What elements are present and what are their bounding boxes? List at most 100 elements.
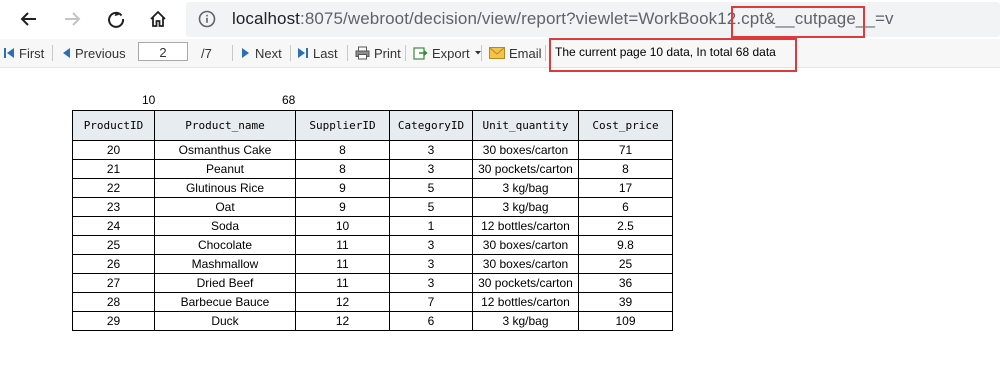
table-cell-product-name: Duck	[154, 311, 296, 331]
column-header-productid: ProductID	[72, 110, 155, 141]
table-cell-supplierid: 11	[295, 254, 390, 274]
table-cell-unit-quantity: 3 kg/bag	[472, 197, 579, 217]
table-cell-supplierid: 12	[295, 292, 390, 312]
table-cell-product-name: Dried Beef	[154, 273, 296, 293]
table-row: 21 Peanut 8 3 30 pockets/carton 8	[72, 159, 673, 179]
table-cell-cost-price: 8	[578, 159, 673, 179]
toolbar-divider	[405, 45, 406, 61]
table-cell-categoryid: 3	[389, 159, 473, 179]
table-cell-unit-quantity: 3 kg/bag	[472, 311, 579, 331]
column-header-supplierid: SupplierID	[295, 110, 390, 141]
table-cell-cost-price: 39	[578, 292, 673, 312]
envelope-icon	[489, 47, 505, 59]
table-row: 25 Chocolate 11 3 30 boxes/carton 9.8	[72, 235, 673, 255]
table-cell-categoryid: 1	[389, 216, 473, 236]
toolbar-divider	[347, 45, 348, 61]
reload-icon	[108, 11, 125, 28]
table-row: 27 Dried Beef 11 3 30 pockets/carton 36	[72, 273, 673, 293]
table-cell-categoryid: 3	[389, 254, 473, 274]
table-cell-unit-quantity: 12 bottles/carton	[472, 216, 579, 236]
table-cell-cost-price: 6	[578, 197, 673, 217]
toolbar-divider	[52, 45, 53, 61]
table-cell-unit-quantity: 30 boxes/carton	[472, 140, 579, 160]
report-toolbar: First Previous 2 /7 Next Last Print Expo…	[0, 39, 1000, 68]
table-cell-productid: 22	[72, 178, 155, 198]
toolbar-divider	[232, 45, 233, 61]
table-cell-product-name: Peanut	[154, 159, 296, 179]
table-cell-productid: 24	[72, 216, 155, 236]
table-cell-supplierid: 10	[295, 216, 390, 236]
forward-button[interactable]	[57, 5, 87, 33]
table-cell-categoryid: 7	[389, 292, 473, 312]
table-cell-product-name: Glutinous Rice	[154, 178, 296, 198]
first-page-icon	[4, 48, 14, 58]
home-button[interactable]	[143, 5, 173, 33]
table-cell-categoryid: 6	[389, 311, 473, 331]
table-cell-product-name: Soda	[154, 216, 296, 236]
table-cell-categoryid: 3	[389, 273, 473, 293]
table-cell-productid: 21	[72, 159, 155, 179]
toolbar-divider	[545, 45, 546, 61]
email-button[interactable]: Email	[489, 39, 542, 67]
table-cell-productid: 26	[72, 254, 155, 274]
url-host: localhost	[232, 9, 300, 28]
last-label: Last	[313, 45, 338, 61]
table-cell-unit-quantity: 3 kg/bag	[472, 178, 579, 198]
table-cell-cost-price: 71	[578, 140, 673, 160]
table-cell-supplierid: 11	[295, 273, 390, 293]
back-button[interactable]	[14, 5, 44, 33]
first-label: First	[19, 45, 45, 61]
table-cell-unit-quantity: 12 bottles/carton	[472, 292, 579, 312]
url-path: :8075/webroot/decision/view/report?viewl…	[300, 9, 765, 28]
table-cell-cost-price: 17	[578, 178, 673, 198]
first-page-button[interactable]: First	[3, 39, 44, 67]
table-cell-productid: 28	[72, 292, 155, 312]
back-arrow-icon	[20, 12, 36, 26]
table-cell-productid: 27	[72, 273, 155, 293]
email-label: Email	[509, 45, 542, 61]
table-cell-supplierid: 8	[295, 159, 390, 179]
print-label: Print	[374, 45, 401, 61]
next-page-button[interactable]: Next	[241, 39, 282, 67]
export-label: Export	[432, 45, 470, 61]
table-cell-categoryid: 5	[389, 178, 473, 198]
previous-page-button[interactable]: Previous	[61, 39, 126, 67]
table-cell-product-name: Barbecue Bauce	[154, 292, 296, 312]
column-header-unit-quantity: Unit_quantity	[472, 110, 579, 141]
table-cell-categoryid: 5	[389, 197, 473, 217]
export-dropdown-button[interactable]: Export	[413, 39, 486, 67]
home-icon	[150, 10, 166, 27]
url-param-highlight	[731, 6, 865, 38]
page-data-count: 10	[142, 93, 156, 107]
table-cell-cost-price: 25	[578, 254, 673, 274]
table-cell-productid: 25	[72, 235, 155, 255]
table-cell-cost-price: 109	[578, 311, 673, 331]
forward-arrow-icon	[65, 12, 81, 26]
table-cell-categoryid: 3	[389, 235, 473, 255]
total-data-count: 68	[282, 93, 296, 107]
next-label: Next	[255, 45, 282, 61]
reload-button[interactable]	[101, 5, 131, 33]
toolbar-divider	[481, 45, 482, 61]
column-header-cost-price: Cost_price	[578, 110, 673, 141]
table-cell-productid: 20	[72, 140, 155, 160]
print-button[interactable]: Print	[355, 39, 401, 67]
table-cell-cost-price: 36	[578, 273, 673, 293]
table-cell-unit-quantity: 30 pockets/carton	[472, 273, 579, 293]
page-number-input[interactable]: 2	[138, 42, 188, 61]
table-row: 23 Oat 9 5 3 kg/bag 6	[72, 197, 673, 217]
total-pages-label: /7	[201, 45, 212, 61]
last-page-button[interactable]: Last	[297, 39, 338, 67]
table-cell-product-name: Mashmallow	[154, 254, 296, 274]
table-row: 22 Glutinous Rice 9 5 3 kg/bag 17	[72, 178, 673, 198]
status-highlight	[549, 38, 797, 72]
table-cell-unit-quantity: 30 boxes/carton	[472, 235, 579, 255]
table-cell-categoryid: 3	[389, 140, 473, 160]
address-bar[interactable]: localhost:8075/webroot/decision/view/rep…	[186, 2, 1000, 37]
info-icon	[198, 10, 216, 28]
table-cell-unit-quantity: 30 boxes/carton	[472, 254, 579, 274]
table-cell-cost-price: 9.8	[578, 235, 673, 255]
column-header-product-name: Product_name	[154, 110, 296, 141]
table-cell-supplierid: 9	[295, 178, 390, 198]
table-cell-supplierid: 8	[295, 140, 390, 160]
